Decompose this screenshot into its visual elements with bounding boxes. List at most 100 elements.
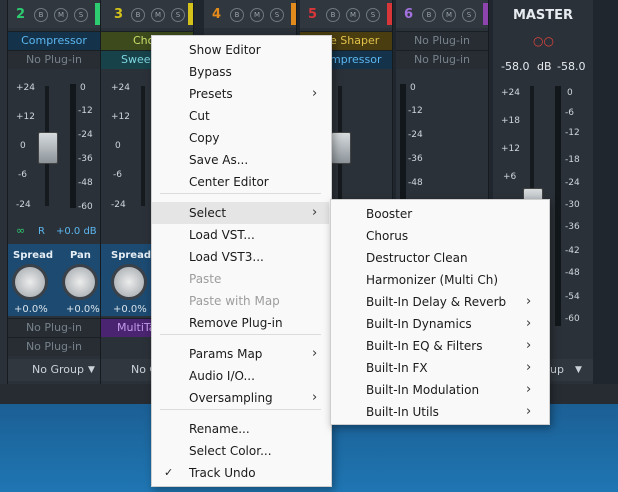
submenu-item-label: Built-In Utils bbox=[366, 405, 439, 419]
menu-item-label: Select Color... bbox=[189, 444, 272, 458]
scale-label-right: 0 bbox=[410, 83, 416, 93]
menu-item-label: Paste bbox=[189, 272, 222, 286]
submenu-item-destructor-clean[interactable]: Destructor Clean bbox=[331, 247, 547, 269]
submenu-item-built-in-modulation[interactable]: Built-In Modulation › bbox=[331, 379, 547, 401]
menu-item-label: Rename... bbox=[189, 422, 250, 436]
strip-number: 3 bbox=[114, 7, 124, 22]
submenu-item-harmonizer-multi-ch[interactable]: Harmonizer (Multi Ch) bbox=[331, 269, 547, 291]
menu-item-params-map[interactable]: Params Map › bbox=[152, 343, 329, 365]
solo-button[interactable]: S bbox=[171, 8, 185, 22]
scale-label-right: 0 bbox=[80, 83, 86, 93]
solo-button[interactable]: S bbox=[462, 8, 476, 22]
scale-label: +12 bbox=[111, 112, 130, 122]
menu-item-paste-with-map[interactable]: Paste with Map bbox=[152, 290, 329, 312]
menu-item-center-editor[interactable]: Center Editor bbox=[152, 171, 329, 193]
checkmark-icon: ✓ bbox=[164, 466, 174, 479]
pan-knob[interactable] bbox=[62, 264, 98, 300]
submenu-item-booster[interactable]: Booster bbox=[331, 203, 547, 225]
menu-separator bbox=[160, 193, 321, 194]
knob-area: Spread Pan +0.0% +0.0% bbox=[8, 244, 100, 316]
scale-label-right: -12 bbox=[78, 106, 93, 116]
submenu-item-built-in-dynamics[interactable]: Built-In Dynamics › bbox=[331, 313, 547, 335]
menu-item-save-as[interactable]: Save As... bbox=[152, 149, 329, 171]
menu-item-label: Track Undo bbox=[189, 466, 256, 480]
mute-button[interactable]: M bbox=[442, 8, 456, 22]
menu-item-bypass[interactable]: Bypass bbox=[152, 61, 329, 83]
menu-item-oversampling[interactable]: Oversampling › bbox=[152, 387, 329, 409]
menu-item-select-color[interactable]: Select Color... bbox=[152, 440, 329, 462]
solo-button[interactable]: S bbox=[366, 8, 380, 22]
post-plugin-slot-2[interactable]: No Plug-in bbox=[8, 337, 100, 356]
menu-item-label: Params Map bbox=[189, 347, 263, 361]
mute-button[interactable]: M bbox=[54, 8, 68, 22]
volume-fader[interactable] bbox=[38, 132, 58, 164]
bypass-button[interactable]: B bbox=[34, 8, 48, 22]
mute-button[interactable]: M bbox=[250, 8, 264, 22]
post-plugin-slot-1[interactable]: No Plug-in bbox=[8, 318, 100, 337]
submenu-item-chorus[interactable]: Chorus bbox=[331, 225, 547, 247]
menu-item-copy[interactable]: Copy bbox=[152, 127, 329, 149]
scale-label: -6 bbox=[113, 170, 122, 180]
solo-button[interactable]: S bbox=[270, 8, 284, 22]
plugin-slot-1[interactable]: No Plug-in bbox=[396, 31, 488, 50]
menu-item-paste[interactable]: Paste bbox=[152, 268, 329, 290]
mute-button[interactable]: M bbox=[346, 8, 360, 22]
menu-item-remove-plug-in[interactable]: Remove Plug-in bbox=[152, 312, 329, 334]
submenu-item-built-in-eq-filters[interactable]: Built-In EQ & Filters › bbox=[331, 335, 547, 357]
strip-number: 4 bbox=[212, 7, 222, 22]
chevron-right-icon: › bbox=[312, 205, 318, 220]
scale-label-right: -24 bbox=[408, 130, 423, 140]
group-label: No Group bbox=[32, 363, 84, 376]
plugin-slot-1[interactable]: Compressor bbox=[8, 31, 100, 50]
master-scale-right: -24 bbox=[565, 178, 580, 188]
scale-label: -6 bbox=[18, 170, 27, 180]
master-scale-right: -42 bbox=[565, 246, 580, 256]
menu-item-rename[interactable]: Rename... bbox=[152, 418, 329, 440]
strip-number: 6 bbox=[404, 7, 414, 22]
master-db-right: -58.0 bbox=[557, 60, 586, 73]
menu-item-show-editor[interactable]: Show Editor bbox=[152, 39, 329, 61]
menu-item-track-undo[interactable]: Track Undo ✓ bbox=[152, 462, 329, 484]
solo-button[interactable]: S bbox=[74, 8, 88, 22]
scale-label-right: -60 bbox=[78, 202, 93, 212]
menu-item-presets[interactable]: Presets › bbox=[152, 83, 329, 105]
spread-label: Spread bbox=[111, 250, 151, 261]
menu-item-load-vst3[interactable]: Load VST3... bbox=[152, 246, 329, 268]
channel-strip-2: 2 B M S Compressor No Plug-in +24 +12 0 … bbox=[8, 0, 101, 384]
bypass-button[interactable]: B bbox=[131, 8, 145, 22]
bypass-button[interactable]: B bbox=[326, 8, 340, 22]
spread-knob[interactable] bbox=[12, 264, 48, 300]
submenu-item-label: Built-In Dynamics bbox=[366, 317, 472, 331]
submenu-item-built-in-fx[interactable]: Built-In FX › bbox=[331, 357, 547, 379]
menu-item-audio-i-o[interactable]: Audio I/O... bbox=[152, 365, 329, 387]
menu-item-load-vst[interactable]: Load VST... bbox=[152, 224, 329, 246]
master-scale-right: -6 bbox=[565, 108, 574, 118]
menu-item-select[interactable]: Select › bbox=[152, 202, 329, 224]
chevron-down-icon: ▼ bbox=[88, 365, 95, 375]
master-scale-right: -54 bbox=[565, 292, 580, 302]
chevron-right-icon: › bbox=[526, 338, 532, 353]
chevron-right-icon: › bbox=[526, 404, 532, 419]
chevron-right-icon: › bbox=[312, 390, 318, 405]
scale-label-right: -48 bbox=[408, 178, 423, 188]
bypass-button[interactable]: B bbox=[230, 8, 244, 22]
fader-track bbox=[141, 86, 145, 206]
menu-item-cut[interactable]: Cut bbox=[152, 105, 329, 127]
stereo-rings-icon[interactable]: ○○ bbox=[533, 34, 554, 48]
link-icon[interactable]: ∞ bbox=[16, 224, 25, 237]
spread-knob[interactable] bbox=[111, 264, 147, 300]
scale-label: -24 bbox=[16, 200, 31, 210]
bypass-button[interactable]: B bbox=[422, 8, 436, 22]
strip-color-bar bbox=[188, 3, 193, 25]
plugin-slot-1-label: e Shaper bbox=[330, 34, 380, 47]
master-scale-right: -36 bbox=[565, 222, 580, 232]
volume-fader[interactable] bbox=[331, 132, 351, 164]
submenu-item-built-in-utils[interactable]: Built-In Utils › bbox=[331, 401, 547, 423]
scale-label-right: -36 bbox=[78, 154, 93, 164]
mute-button[interactable]: M bbox=[151, 8, 165, 22]
plugin-slot-2[interactable]: No Plug-in bbox=[8, 50, 100, 69]
group-select[interactable]: No Group ▼ bbox=[8, 359, 100, 381]
submenu-item-built-in-delay-reverb[interactable]: Built-In Delay & Reverb › bbox=[331, 291, 547, 313]
plugin-slot-2[interactable]: No Plug-in bbox=[396, 50, 488, 69]
pan-value: +0.0% bbox=[66, 304, 100, 315]
